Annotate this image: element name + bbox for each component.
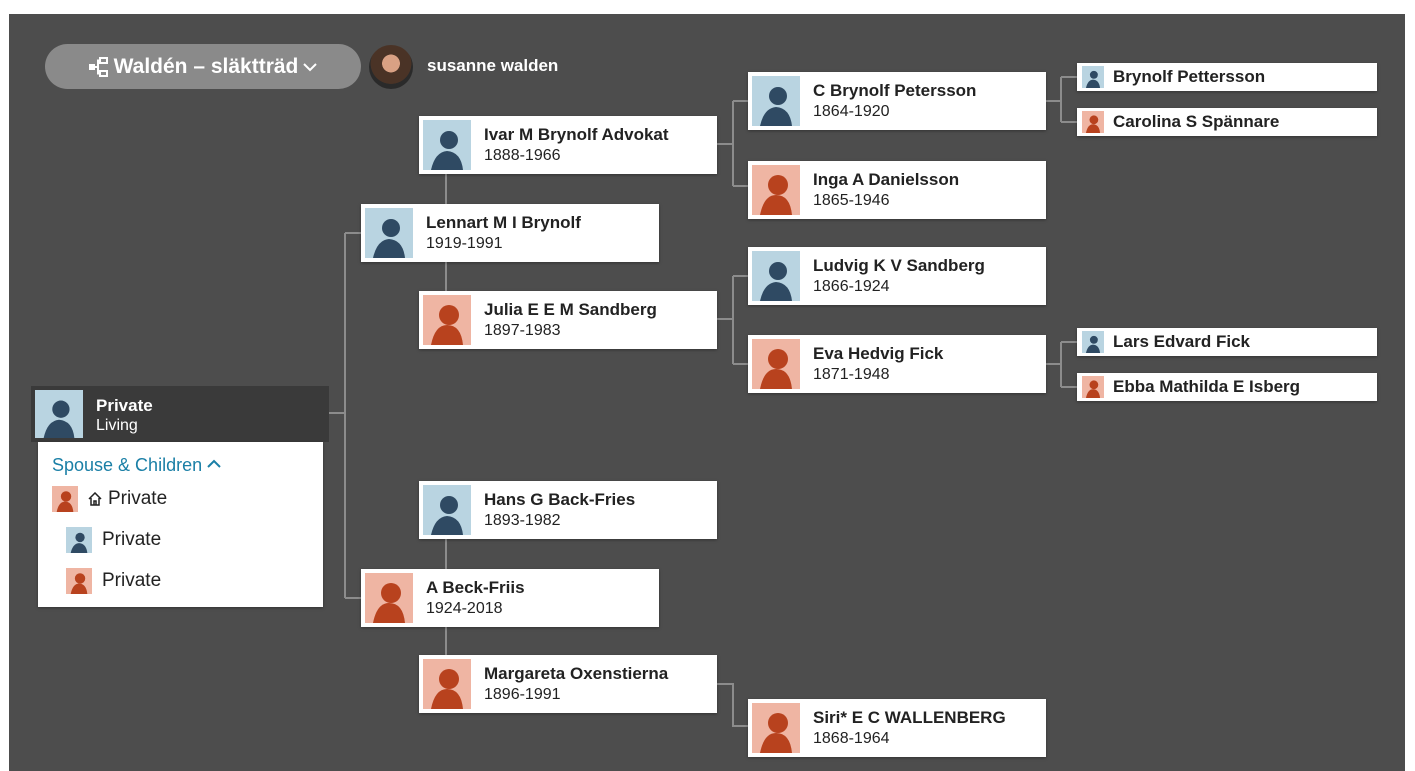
person-name: Lars Edvard Fick (1113, 332, 1251, 351)
person-status: Living (96, 417, 138, 434)
person-card-julia[interactable]: Julia E E M Sandberg 1897-1983 (419, 291, 717, 349)
person-years: 1868-1964 (813, 730, 890, 747)
female-avatar-icon (423, 295, 471, 345)
female-avatar-icon (66, 568, 92, 594)
person-card-ludvig[interactable]: Ludvig K V Sandberg 1866-1924 (748, 247, 1046, 305)
spouse-children-panel: Spouse & Children Private Private Privat… (38, 442, 323, 607)
person-name: A Beck-Friis (426, 578, 525, 597)
person-name: Lennart M I Brynolf (426, 213, 581, 232)
person-years: 1896-1991 (484, 686, 561, 703)
person-card-brynolf[interactable]: Brynolf Pettersson (1077, 63, 1377, 91)
male-avatar-icon (1082, 331, 1104, 353)
female-avatar-icon (752, 339, 800, 389)
male-avatar-icon (752, 76, 800, 126)
male-avatar-icon (423, 120, 471, 170)
person-name: Hans G Back-Fries (484, 490, 636, 509)
person-years: 1897-1983 (484, 322, 561, 339)
person-name: Eva Hedvig Fick (813, 344, 944, 363)
chevron-up-icon (207, 459, 221, 468)
female-avatar-icon (423, 659, 471, 709)
user-avatar[interactable] (369, 45, 413, 89)
female-avatar-icon (52, 486, 78, 512)
person-name: Private (96, 396, 153, 415)
person-years: 1866-1924 (813, 278, 890, 295)
person-years: 1919-1991 (426, 235, 503, 252)
person-name: Julia E E M Sandberg (484, 300, 657, 319)
tree-view-icon (88, 56, 108, 77)
spouse-row[interactable]: Private (52, 486, 167, 512)
person-card-siri[interactable]: Siri* E C WALLENBERG 1868-1964 (748, 699, 1046, 757)
person-years: 1871-1948 (813, 366, 890, 383)
person-card-inga[interactable]: Inga A Danielsson 1865-1946 (748, 161, 1046, 219)
child-row[interactable]: Private (66, 568, 161, 594)
tree-selector-button[interactable]: Waldén – släktträd (45, 44, 361, 89)
home-person-card[interactable]: Private Living (31, 386, 329, 442)
female-avatar-icon (1082, 111, 1104, 133)
female-avatar-icon (752, 165, 800, 215)
person-card-cbrynolf[interactable]: C Brynolf Petersson 1864-1920 (748, 72, 1046, 130)
person-name: Brynolf Pettersson (1113, 67, 1266, 86)
person-name: Ludvig K V Sandberg (813, 256, 985, 275)
person-name: Ebba Mathilda E Isberg (1113, 377, 1301, 396)
female-avatar-icon (365, 573, 413, 623)
person-card-carolina[interactable]: Carolina S Spännare (1077, 108, 1377, 136)
chevron-down-icon (303, 62, 318, 71)
person-card-eva[interactable]: Eva Hedvig Fick 1871-1948 (748, 335, 1046, 393)
tree-name: Waldén – släktträd (113, 54, 299, 78)
spouse-children-toggle[interactable]: Spouse & Children (52, 455, 221, 476)
person-card-ivar[interactable]: Ivar M Brynolf Advokat 1888-1966 (419, 116, 717, 174)
person-card-abeck[interactable]: A Beck-Friis 1924-2018 (361, 569, 659, 627)
male-avatar-icon (423, 485, 471, 535)
male-avatar-icon (35, 390, 83, 438)
person-card-hans[interactable]: Hans G Back-Fries 1893-1982 (419, 481, 717, 539)
person-years: 1888-1966 (484, 147, 561, 164)
person-card-margareta[interactable]: Margareta Oxenstierna 1896-1991 (419, 655, 717, 713)
panel-title: Spouse & Children (52, 455, 203, 475)
male-avatar-icon (66, 527, 92, 553)
female-avatar-icon (752, 703, 800, 753)
person-years: 1865-1946 (813, 192, 890, 209)
male-avatar-icon (1082, 66, 1104, 88)
person-years: 1864-1920 (813, 103, 890, 120)
person-name: C Brynolf Petersson (813, 81, 977, 100)
home-icon (88, 492, 102, 506)
person-name: Margareta Oxenstierna (484, 664, 669, 683)
person-card-ebba[interactable]: Ebba Mathilda E Isberg (1077, 373, 1377, 401)
person-years: 1924-2018 (426, 600, 503, 617)
female-avatar-icon (1082, 376, 1104, 398)
child-name: Private (102, 570, 162, 591)
person-name: Inga A Danielsson (813, 170, 960, 189)
male-avatar-icon (752, 251, 800, 301)
person-card-lennart[interactable]: Lennart M I Brynolf 1919-1991 (361, 204, 659, 262)
child-name: Private (102, 529, 162, 550)
person-card-lars[interactable]: Lars Edvard Fick (1077, 328, 1377, 356)
person-name: Carolina S Spännare (1113, 112, 1280, 131)
person-name: Siri* E C WALLENBERG (813, 708, 1006, 727)
user-name[interactable]: susanne walden (427, 56, 558, 76)
person-years: 1893-1982 (484, 512, 561, 529)
male-avatar-icon (365, 208, 413, 258)
spouse-name: Private (108, 488, 168, 509)
person-name: Ivar M Brynolf Advokat (484, 125, 669, 144)
child-row[interactable]: Private (66, 527, 161, 553)
